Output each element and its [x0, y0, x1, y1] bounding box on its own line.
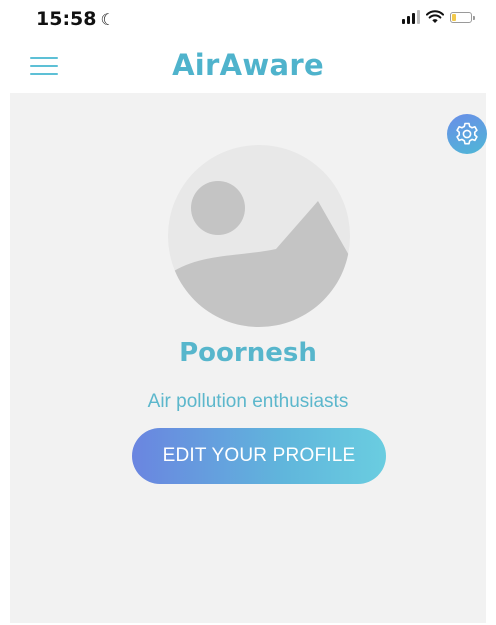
status-time: 15:58	[36, 8, 97, 30]
app-header: AirAware	[0, 40, 496, 92]
avatar[interactable]	[168, 145, 350, 327]
moon-icon: ☾	[100, 9, 115, 29]
cellular-signal-icon	[402, 10, 420, 24]
profile-bio: Air pollution enthusiasts	[147, 391, 349, 412]
image-placeholder-icon	[168, 181, 350, 327]
settings-button[interactable]	[447, 114, 487, 154]
battery-icon	[450, 11, 475, 23]
status-bar: 15:58 ☾	[0, 0, 496, 40]
gear-icon	[456, 122, 478, 145]
edit-profile-button[interactable]: EDIT YOUR PROFILE	[132, 428, 386, 484]
status-icons	[402, 10, 475, 24]
battery-level	[452, 13, 456, 21]
wifi-icon	[426, 10, 444, 23]
status-time-group: 15:58 ☾	[36, 8, 115, 30]
profile-card: Poornesh Air pollution enthusiasts EDIT …	[10, 93, 487, 623]
app-title: AirAware	[172, 48, 324, 82]
profile-name: Poornesh	[179, 338, 317, 368]
